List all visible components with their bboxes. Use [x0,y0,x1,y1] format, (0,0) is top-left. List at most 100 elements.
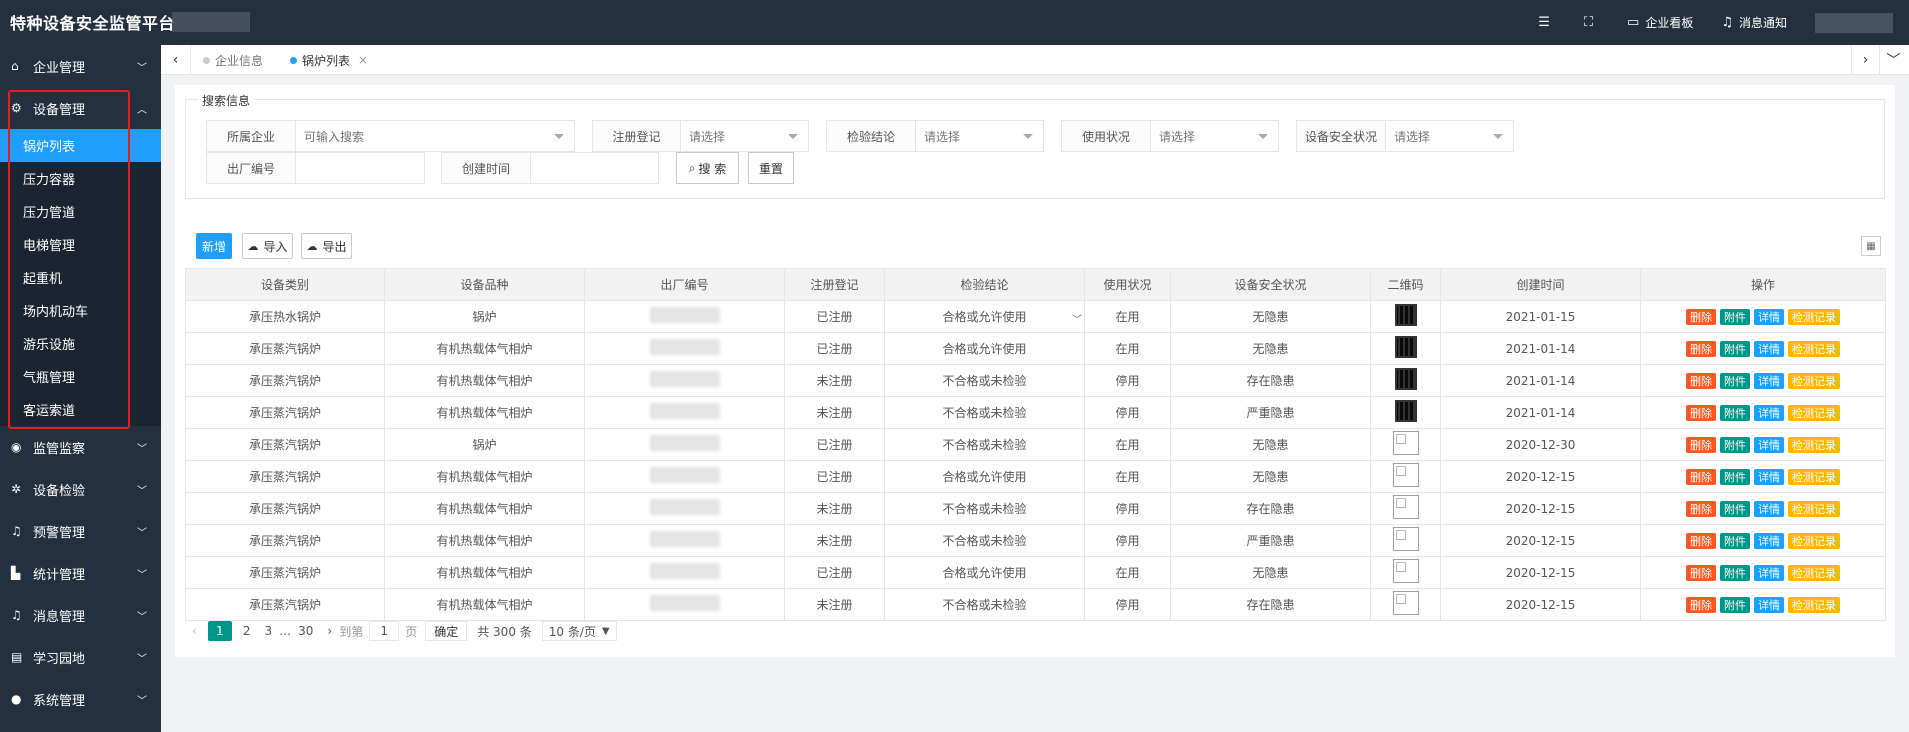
column-header[interactable]: 设备类别 [185,268,385,301]
page-size-select[interactable]: 10 条/页 ▼ [541,621,617,641]
current-page[interactable]: 1 [207,621,232,641]
delete-button[interactable]: 删除 [1686,404,1716,421]
sidebar-item-statistics[interactable]: ▙ 统计管理 ﹀ [0,552,161,594]
add-button[interactable]: 新增 [196,233,232,259]
detail-button[interactable]: 详情 [1754,532,1784,549]
qr-code-image[interactable] [1394,304,1417,326]
table-row[interactable]: 承压蒸汽锅炉 有机热载体气相炉 未注册 不合格或未检验 停用 存在隐患 2020-12-15… [185,588,1886,621]
submenu-item-pressure-pipe[interactable]: 压力管道 [0,195,161,228]
submenu-item-pressure-vessel[interactable]: 压力容器 [0,162,161,195]
factory-no-input[interactable] [296,153,424,183]
submenu-item-vehicle[interactable]: 场内机动车 [0,294,161,327]
attachment-button[interactable]: 附件 [1720,372,1750,389]
table-row[interactable]: 承压蒸汽锅炉 有机热载体气相炉 未注册 不合格或未检验 停用 严重隐患 2020-12-15… [185,524,1886,557]
chevron-down-icon[interactable]: ﹀ [1072,311,1082,326]
sidebar-item-learning[interactable]: ▤ 学习园地 ﹀ [0,636,161,678]
inspection-records-button[interactable]: 检测记录 [1788,308,1840,325]
delete-button[interactable]: 删除 [1686,340,1716,357]
inspection-records-button[interactable]: 检测记录 [1788,532,1840,549]
delete-button[interactable]: 删除 [1686,500,1716,517]
table-row[interactable]: 承压蒸汽锅炉 有机热载体气相炉 未注册 不合格或未检验 停用 存在隐患 2021-01-14… [185,364,1886,397]
detail-button[interactable]: 详情 [1754,404,1784,421]
import-button[interactable]: ☁ 导入 [242,233,293,259]
inspection-records-button[interactable]: 检测记录 [1788,468,1840,485]
delete-button[interactable]: 删除 [1686,468,1716,485]
safety-select[interactable]: 请选择 [1386,121,1513,151]
column-header[interactable]: 创建时间 [1440,268,1641,301]
qr-code-image[interactable] [1394,368,1417,390]
inspection-select[interactable]: 请选择 [916,121,1043,151]
column-header[interactable]: 注册登记 [784,268,885,301]
registration-select[interactable]: 请选择 [681,121,808,151]
column-header[interactable]: 设备品种 [384,268,585,301]
submenu-item-cylinder[interactable]: 气瓶管理 [0,360,161,393]
delete-button[interactable]: 删除 [1686,596,1716,613]
next-page-button[interactable]: › [327,624,332,638]
submenu-item-amusement[interactable]: 游乐设施 [0,327,161,360]
user-avatar[interactable] [1815,12,1893,33]
inspection-records-button[interactable]: 检测记录 [1788,564,1840,581]
delete-button[interactable]: 删除 [1686,532,1716,549]
delete-button[interactable]: 删除 [1686,308,1716,325]
goto-confirm-button[interactable]: 确定 [425,621,468,641]
goto-page-input[interactable]: 1 [369,621,400,641]
detail-button[interactable]: 详情 [1754,372,1784,389]
tabs-menu-button[interactable]: ﹀ [1879,45,1907,75]
attachment-button[interactable]: 附件 [1720,404,1750,421]
broken-image-icon[interactable] [1392,527,1419,551]
delete-button[interactable]: 删除 [1686,372,1716,389]
usage-select[interactable]: 请选择 [1151,121,1278,151]
broken-image-icon[interactable] [1392,559,1419,583]
reset-button[interactable]: 重置 [748,152,794,184]
attachment-button[interactable]: 附件 [1720,468,1750,485]
table-row[interactable]: 承压蒸汽锅炉 有机热载体气相炉 未注册 不合格或未检验 停用 严重隐患 2021-01-14… [185,396,1886,429]
company-search-input[interactable]: 可输入搜索 [296,121,574,151]
tab-company-info[interactable]: 企业信息 [203,45,263,75]
column-header[interactable]: 检验结论 [884,268,1085,301]
page-link[interactable]: 2 [243,624,251,638]
detail-button[interactable]: 详情 [1754,596,1784,613]
column-header[interactable]: 使用状况 [1084,268,1171,301]
table-row[interactable]: 承压蒸汽锅炉 锅炉 已注册 不合格或未检验 在用 无隐患 2020-12-30 删除 附件 详情检… [185,428,1886,461]
search-button[interactable]: ⌕ 搜 索 [676,152,739,184]
notifications-button[interactable]: ♫ 消息通知 [1721,14,1787,31]
column-header[interactable]: 出厂编号 [584,268,785,301]
detail-button[interactable]: 详情 [1754,308,1784,325]
enterprise-board-button[interactable]: ▭ 企业看板 [1627,14,1693,31]
broken-image-icon[interactable] [1392,463,1419,487]
broken-image-icon[interactable] [1392,495,1419,519]
tabs-scroll-right-button[interactable]: › [1851,45,1879,75]
delete-button[interactable]: 删除 [1686,436,1716,453]
qr-code-image[interactable] [1394,336,1417,358]
table-row[interactable]: 承压热水锅炉 锅炉 已注册 合格或允许使用 ﹀ 在用 无隐患 2021-01-15 删除 附件 详情… [185,300,1886,333]
tab-boiler-list[interactable]: 锅炉列表 × [290,45,368,75]
column-header[interactable]: 设备安全状况 [1170,268,1371,301]
sidebar-item-system[interactable]: ● 系统管理 ﹀ [0,678,161,720]
export-button[interactable]: ☁ 导出 [301,233,352,259]
detail-button[interactable]: 详情 [1754,500,1784,517]
fullscreen-button[interactable]: ⛶ [1584,15,1599,30]
table-row[interactable]: 承压蒸汽锅炉 有机热载体气相炉 已注册 合格或允许使用 在用 无隐患 2020-12-15 删… [185,460,1886,493]
broken-image-icon[interactable] [1392,431,1419,455]
table-row[interactable]: 承压蒸汽锅炉 有机热载体气相炉 已注册 合格或允许使用 在用 无隐患 2021-01-14 删… [185,332,1886,365]
attachment-button[interactable]: 附件 [1720,532,1750,549]
detail-button[interactable]: 详情 [1754,436,1784,453]
list-toggle-button[interactable]: ☰ [1538,15,1556,30]
attachment-button[interactable]: 附件 [1720,596,1750,613]
columns-toggle-button[interactable]: ▦ [1861,236,1881,256]
broken-image-icon[interactable] [1392,591,1419,615]
submenu-item-ropeway[interactable]: 客运索道 [0,393,161,426]
inspection-records-button[interactable]: 检测记录 [1788,500,1840,517]
tabs-scroll-left-button[interactable]: ‹ [161,45,191,75]
sidebar-item-messages[interactable]: ♫ 消息管理 ﹀ [0,594,161,636]
submenu-item-crane[interactable]: 起重机 [0,261,161,294]
column-header[interactable]: 二维码 [1370,268,1441,301]
prev-page-button[interactable]: ‹ [192,624,197,638]
sidebar-item-inspection[interactable]: ✲ 设备检验 ﹀ [0,468,161,510]
column-header[interactable]: 操作 [1640,268,1886,301]
sidebar-item-supervision[interactable]: ◉ 监管监察 ﹀ [0,426,161,468]
inspection-records-button[interactable]: 检测记录 [1788,404,1840,421]
close-icon[interactable]: × [358,53,368,67]
attachment-button[interactable]: 附件 [1720,564,1750,581]
inspection-records-button[interactable]: 检测记录 [1788,372,1840,389]
